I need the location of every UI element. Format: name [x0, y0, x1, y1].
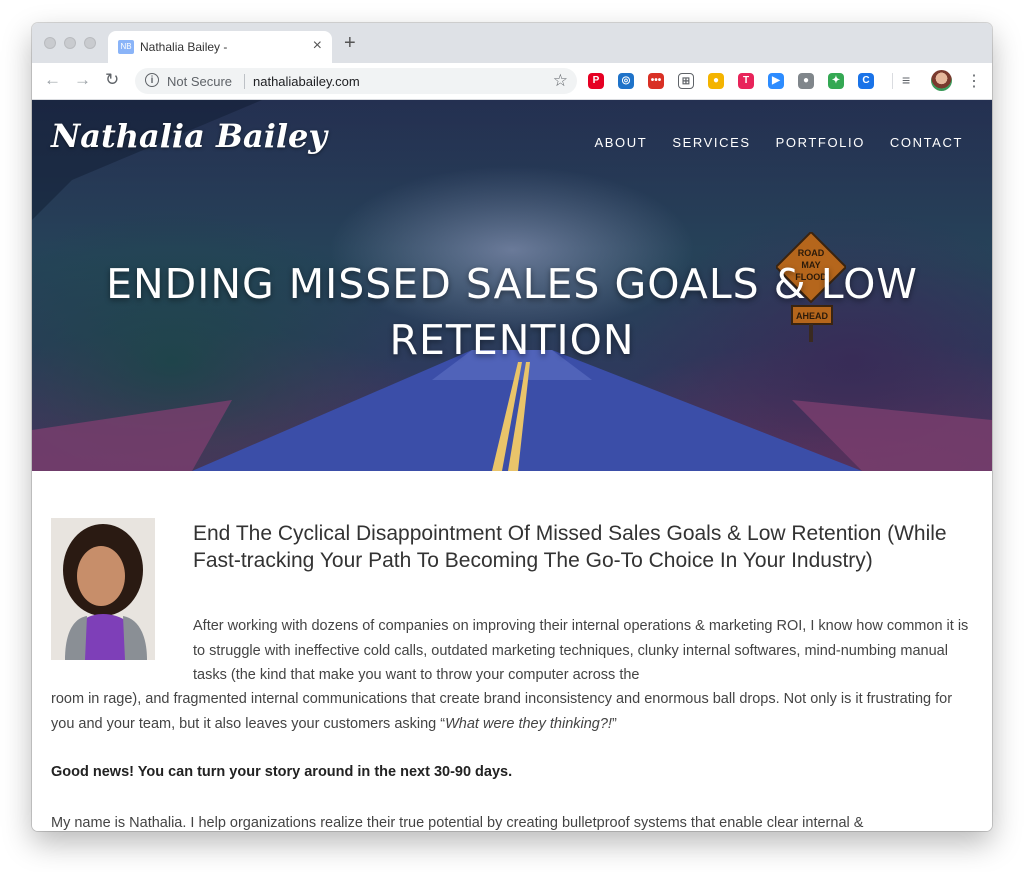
- site-logo[interactable]: Nathalia Bailey: [51, 117, 327, 155]
- media-control-icon[interactable]: ≡: [902, 72, 910, 88]
- toolbar-divider: [892, 73, 893, 89]
- browser-toolbar: ← → ↻ i Not Secure nathaliabailey.com ☆ …: [32, 63, 992, 100]
- intro-quote: What were they thinking?!: [445, 715, 612, 732]
- nav-about[interactable]: ABOUT: [595, 135, 648, 150]
- nav-services[interactable]: SERVICES: [672, 135, 750, 150]
- zoom-icon[interactable]: ▶: [768, 73, 784, 89]
- url-text[interactable]: nathaliabailey.com: [253, 74, 360, 89]
- profile-photo: [51, 518, 155, 660]
- security-label[interactable]: Not Secure: [167, 74, 232, 89]
- compass-icon[interactable]: ◎: [618, 73, 634, 89]
- lightbulb-icon[interactable]: ●: [708, 73, 724, 89]
- intro-quote-close: ”: [611, 715, 617, 732]
- bio-paragraph: My name is Nathalia. I help organization…: [51, 815, 864, 831]
- reload-button[interactable]: ↻: [105, 70, 119, 90]
- browser-menu-icon[interactable]: ⋮: [966, 71, 982, 91]
- good-news-callout: Good news! You can turn your story aroun…: [51, 764, 513, 780]
- site-nav: ABOUT SERVICES PORTFOLIO CONTACT: [595, 135, 963, 150]
- target-icon[interactable]: T: [738, 73, 754, 89]
- circle-icon[interactable]: ●: [798, 73, 814, 89]
- nav-portfolio[interactable]: PORTFOLIO: [776, 135, 865, 150]
- colorwheel-icon[interactable]: ✦: [828, 73, 844, 89]
- new-tab-button[interactable]: +: [344, 32, 356, 55]
- address-bar[interactable]: i Not Secure nathaliabailey.com ☆: [135, 68, 577, 94]
- hero-banner: ROAD MAY FLOOD AHEAD Nathalia Bailey ABO…: [32, 100, 992, 471]
- minimize-window-button[interactable]: [64, 37, 76, 49]
- back-button[interactable]: ←: [44, 70, 61, 90]
- nav-contact[interactable]: CONTACT: [890, 135, 963, 150]
- browser-tab[interactable]: NB Nathalia Bailey - ×: [108, 31, 332, 63]
- hero-heading-line2: RETENTION: [389, 316, 635, 364]
- maximize-window-button[interactable]: [84, 37, 96, 49]
- pinterest-icon[interactable]: P: [588, 73, 604, 89]
- hero-heading: ENDING MISSED SALES GOALS & LOW RETENTIO…: [72, 256, 952, 368]
- grid-icon[interactable]: ⊞: [678, 73, 694, 89]
- c-icon[interactable]: C: [858, 73, 874, 89]
- dots-icon[interactable]: •••: [648, 73, 664, 89]
- tab-title: Nathalia Bailey -: [140, 40, 228, 54]
- hero-heading-line1: ENDING MISSED SALES GOALS & LOW: [106, 260, 918, 308]
- section-subheading: End The Cyclical Disappointment Of Misse…: [193, 522, 947, 572]
- tab-strip: NB Nathalia Bailey - × +: [32, 23, 992, 63]
- intro-paragraph-continued: room in rage), and fragmented internal c…: [51, 687, 971, 736]
- bookmark-star-icon[interactable]: ☆: [553, 71, 568, 91]
- info-icon[interactable]: i: [145, 73, 159, 87]
- page-viewport: ROAD MAY FLOOD AHEAD Nathalia Bailey ABO…: [32, 100, 992, 831]
- omnibox-divider: [244, 74, 245, 89]
- left-foliage: [32, 400, 232, 471]
- profile-avatar[interactable]: [931, 70, 952, 91]
- intro-paragraph-wrapped: After working with dozens of companies o…: [193, 618, 969, 683]
- tab-close-icon[interactable]: ×: [313, 37, 322, 55]
- close-window-button[interactable]: [44, 37, 56, 49]
- favicon-icon: NB: [118, 40, 134, 54]
- browser-window: NB Nathalia Bailey - × + ← → ↻ i Not Sec…: [32, 23, 992, 831]
- forward-button[interactable]: →: [74, 70, 91, 90]
